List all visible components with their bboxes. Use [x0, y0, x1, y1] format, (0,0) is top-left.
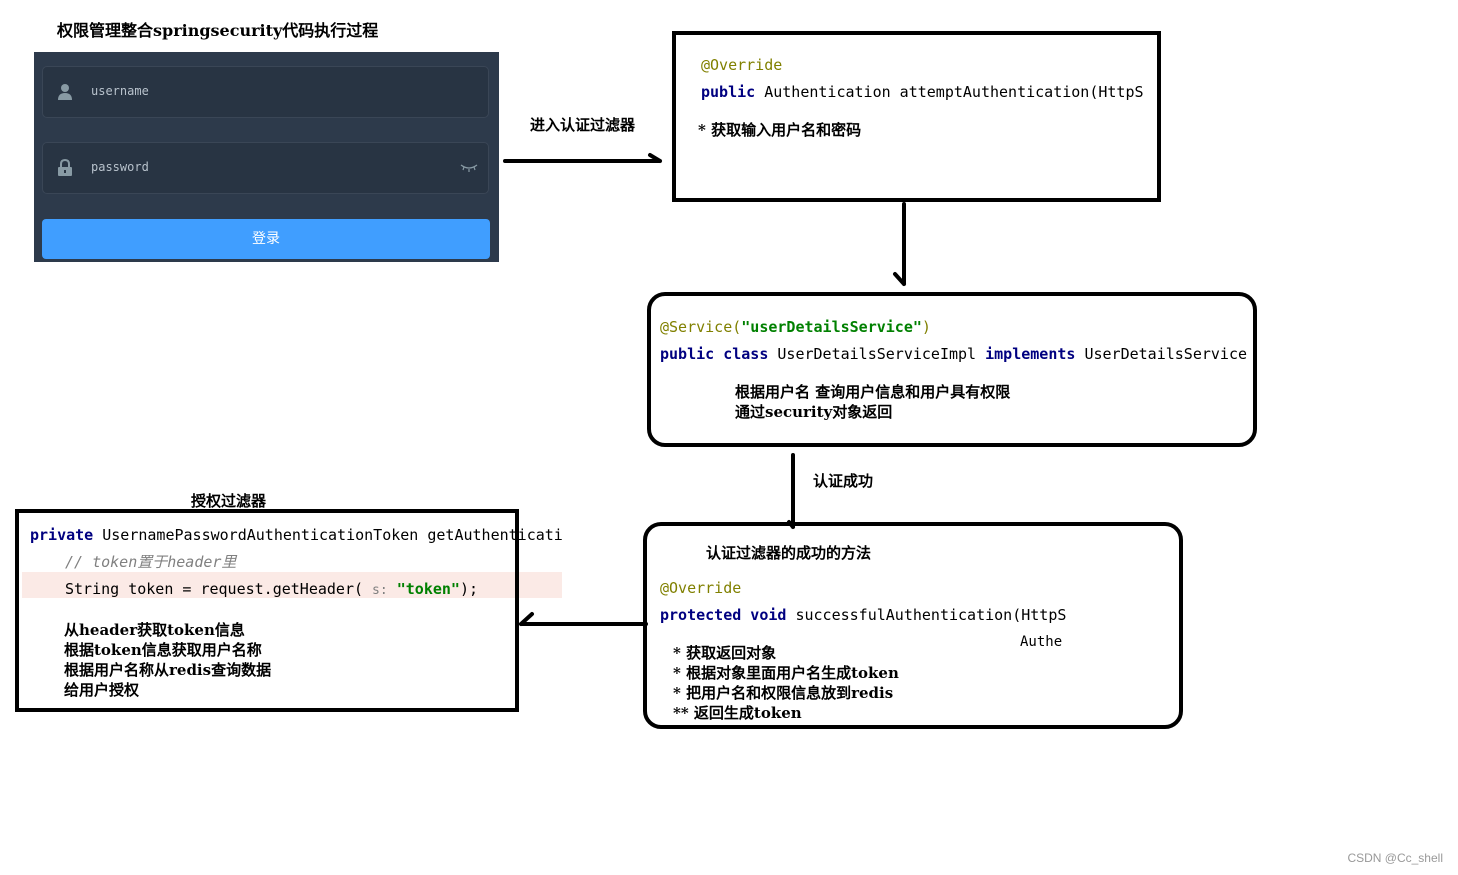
arrow-auth-filter-to-service: [893, 202, 906, 286]
arrow-login-to-auth-filter: [503, 153, 662, 163]
arrow-service-to-success: [787, 453, 795, 529]
arrow-success-to-authorization: [519, 612, 648, 626]
watermark: CSDN @Cc_shell: [1347, 851, 1443, 865]
flow-arrows: [503, 153, 906, 626]
